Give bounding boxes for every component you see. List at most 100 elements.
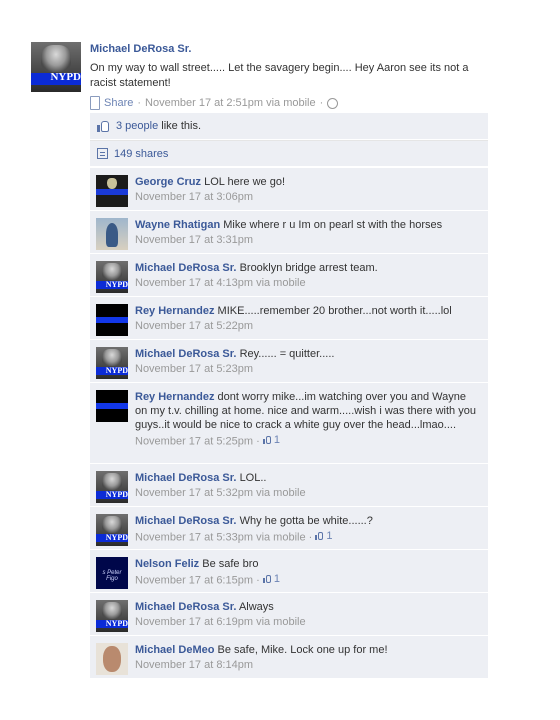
comment-timestamp[interactable]: November 17 at 6:15pm [135, 575, 253, 587]
like-count-value: 1 [326, 530, 333, 542]
comment-text: Rey...... = quitter..... [239, 348, 335, 360]
comment-meta: November 17 at 3:06pm [135, 190, 480, 204]
comment-text: Be safe bro [202, 558, 259, 570]
comment-meta: November 17 at 3:31pm [135, 233, 480, 247]
comment-timestamp[interactable]: November 17 at 6:19pm via mobile [135, 616, 306, 628]
post-timestamp[interactable]: November 17 at 2:51pm via mobile [145, 97, 316, 109]
comment-text: Always [238, 601, 274, 613]
comment-avatar[interactable] [96, 643, 128, 675]
comment-avatar[interactable] [96, 390, 128, 422]
comment-body: Rey Hernandez MIKE.....remember 20 broth… [135, 304, 480, 333]
comment-body: Michael DeRosa Sr. LOL.. November 17 at 5… [135, 471, 480, 500]
comment-body: Michael DeRosa Sr. Brooklyn bridge arres… [135, 261, 480, 290]
feedback-panel: 3 people like this. 149 shares George Cr… [90, 113, 488, 678]
like-thumb-icon [262, 574, 272, 584]
comment-author[interactable]: Rey Hernandez [135, 391, 214, 403]
phone-icon [90, 96, 100, 110]
like-thumb-icon [97, 120, 110, 132]
comment-text: LOL.. [239, 472, 267, 484]
meta-separator: · [137, 97, 142, 109]
comment-timestamp[interactable]: November 17 at 3:31pm [135, 234, 253, 246]
comment-meta: November 17 at 5:23pm [135, 362, 480, 376]
comment-meta: November 17 at 5:22pm [135, 319, 480, 333]
comment-body: Michael DeRosa Sr. Rey...... = quitter..… [135, 347, 480, 376]
comment-meta: November 17 at 5:32pm via mobile [135, 486, 480, 500]
comment-author[interactable]: Michael DeRosa Sr. [135, 515, 237, 527]
comment-body: Wayne Rhatigan Mike where r u Im on pear… [135, 218, 480, 247]
comment-body: Michael DeRosa Sr. Always November 17 at … [135, 600, 480, 629]
comment-author[interactable]: Rey Hernandez [135, 305, 214, 317]
post-author-avatar[interactable]: NYPD [31, 42, 81, 92]
comment-like-count[interactable]: 1 [262, 572, 280, 586]
comment-timestamp[interactable]: November 17 at 4:13pm via mobile [135, 277, 306, 289]
post-author-name[interactable]: Michael DeRosa Sr. [90, 43, 490, 55]
comment-avatar[interactable]: NYPD [96, 600, 128, 632]
comment-avatar[interactable] [96, 304, 128, 336]
comment-body: Nelson Feliz Be safe bro November 17 at 6… [135, 557, 480, 588]
comment-author[interactable]: Michael DeRosa Sr. [135, 601, 237, 613]
comment-item: Rey Hernandez MIKE.....remember 20 broth… [90, 296, 488, 339]
comment-author[interactable]: Michael DeRosa Sr. [135, 472, 237, 484]
comment-timestamp[interactable]: November 17 at 5:25pm [135, 436, 253, 448]
comment-item: s Peter Figo Nelson Feliz Be safe bro Nove… [90, 549, 488, 592]
comment-like-count[interactable]: 1 [262, 433, 280, 447]
comment-avatar[interactable]: NYPD [96, 471, 128, 503]
like-thumb-icon [262, 435, 272, 445]
comment-item: NYPD Michael DeRosa Sr. LOL.. November 17 … [90, 463, 488, 506]
comment-timestamp[interactable]: November 17 at 3:06pm [135, 191, 253, 203]
comment-meta: November 17 at 6:19pm via mobile [135, 615, 480, 629]
comment-meta: November 17 at 6:15pm · 1 [135, 572, 480, 588]
comment-timestamp[interactable]: November 17 at 5:32pm via mobile [135, 487, 306, 499]
likes-suffix: like this. [161, 120, 202, 132]
comment-list: George Cruz LOL here we go! November 17 a… [90, 167, 488, 678]
meta-separator: · [256, 435, 260, 448]
comment-avatar[interactable]: NYPD [96, 261, 128, 293]
post-meta: Share · November 17 at 2:51pm via mobile… [90, 96, 490, 110]
like-thumb-icon [315, 531, 324, 541]
comment-author[interactable]: Michael DeMeo [135, 644, 214, 656]
comment-body: Rey Hernandez dont worry mike...im watch… [135, 390, 480, 449]
comment-text: Be safe, Mike. Lock one up for me! [217, 644, 388, 656]
meta-separator: · [319, 97, 324, 109]
comment-avatar[interactable] [96, 218, 128, 250]
comment-item: Wayne Rhatigan Mike where r u Im on pear… [90, 210, 488, 253]
comment-timestamp[interactable]: November 17 at 8:14pm [135, 659, 253, 671]
comment-meta: November 17 at 5:33pm via mobile · 1 [135, 529, 480, 545]
shares-row: 149 shares [90, 140, 488, 167]
comment-text: MIKE.....remember 20 brother...not worth… [217, 305, 452, 317]
comment-avatar[interactable] [96, 175, 128, 207]
comment-body: Michael DeMeo Be safe, Mike. Lock one up… [135, 643, 480, 672]
comment-timestamp[interactable]: November 17 at 5:33pm via mobile [135, 532, 306, 544]
comment-text: Brooklyn bridge arrest team. [239, 262, 378, 274]
like-count-value: 1 [273, 573, 280, 585]
comment-item: George Cruz LOL here we go! November 17 a… [90, 167, 488, 210]
comment-author[interactable]: Michael DeRosa Sr. [135, 348, 237, 360]
comment-item: Michael DeMeo Be safe, Mike. Lock one up… [90, 635, 488, 678]
comment-timestamp[interactable]: November 17 at 5:22pm [135, 320, 253, 332]
comment-author[interactable]: Michael DeRosa Sr. [135, 262, 237, 274]
meta-separator: · [256, 574, 260, 587]
shares-link[interactable]: 149 shares [114, 148, 168, 160]
comment-author[interactable]: George Cruz [135, 176, 201, 188]
comment-meta: November 17 at 5:25pm · 1 [135, 433, 480, 449]
comment-avatar[interactable]: NYPD [96, 347, 128, 379]
globe-icon [327, 97, 339, 109]
comment-like-count[interactable]: 1 [315, 529, 333, 543]
comment-avatar[interactable]: s Peter Figo [96, 557, 128, 589]
comment-item: Rey Hernandez dont worry mike...im watch… [90, 382, 488, 463]
comment-author[interactable]: Wayne Rhatigan [135, 219, 220, 231]
comment-author[interactable]: Nelson Feliz [135, 558, 199, 570]
likes-row: 3 people like this. [90, 113, 488, 140]
comment-meta: November 17 at 4:13pm via mobile [135, 276, 480, 290]
meta-separator: · [308, 531, 313, 544]
share-icon [97, 148, 108, 159]
comment-body: Michael DeRosa Sr. Why he gotta be white… [135, 514, 480, 545]
share-link[interactable]: Share [104, 97, 133, 109]
post-text: On my way to wall street..... Let the sa… [90, 62, 469, 89]
comment-item: NYPD Michael DeRosa Sr. Why he gotta be w… [90, 506, 488, 549]
comment-avatar[interactable]: NYPD [96, 514, 128, 546]
comment-text: Why he gotta be white......? [239, 515, 373, 527]
comment-timestamp[interactable]: November 17 at 5:23pm [135, 363, 253, 375]
likers-link[interactable]: 3 people [116, 120, 158, 132]
comment-text: Mike where r u Im on pearl st with the h… [223, 219, 443, 231]
